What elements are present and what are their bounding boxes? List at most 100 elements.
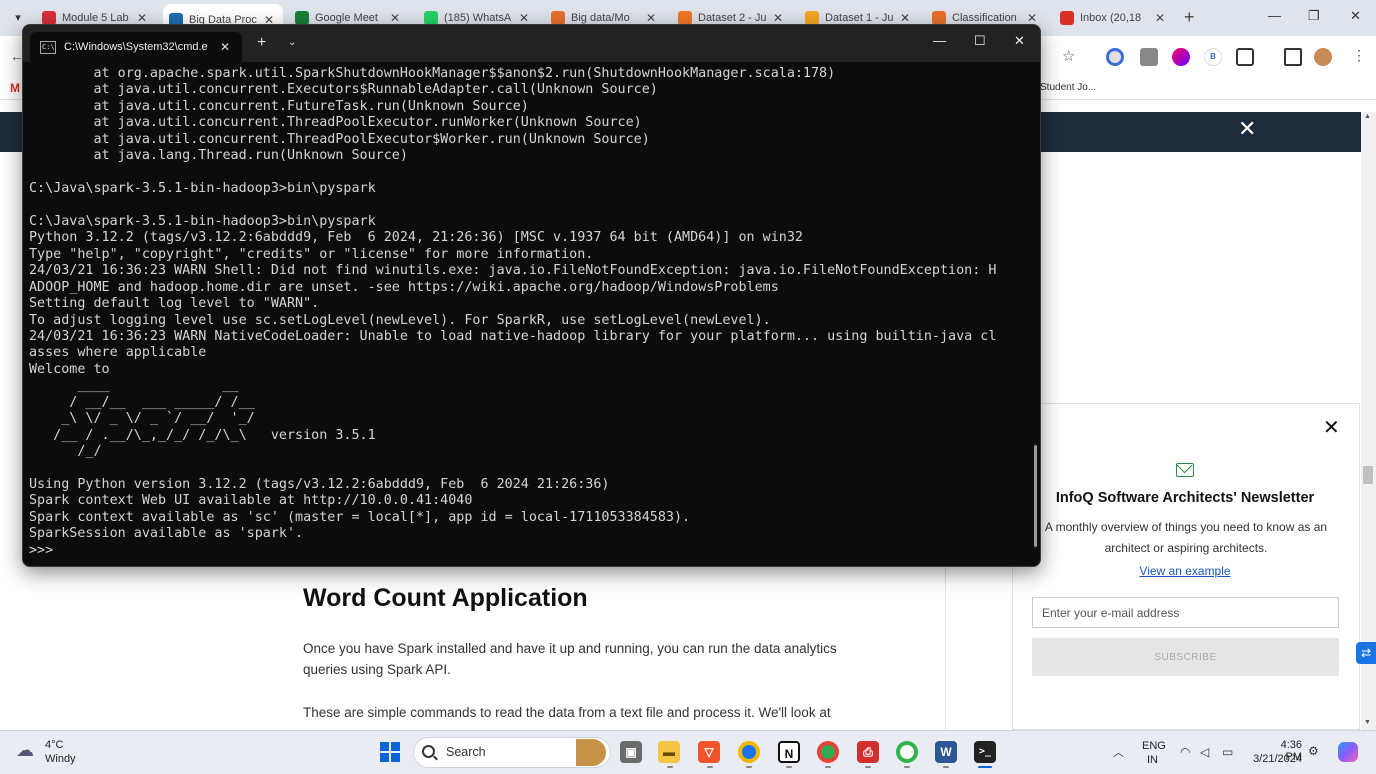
extension-icon[interactable] <box>1140 48 1158 66</box>
task-view-icon[interactable]: ▣ <box>620 741 642 763</box>
tab-favicon-icon <box>42 11 56 25</box>
terminal-line: Welcome to <box>29 361 110 377</box>
bookmark-student[interactable]: Student Jo... <box>1040 82 1096 93</box>
extension-icon[interactable] <box>1172 48 1190 66</box>
terminal-tab[interactable]: C:\ C:\Windows\System32\cmd.e ✕ <box>30 32 242 62</box>
content-divider <box>945 568 946 730</box>
terminal-line: ____ __ <box>29 378 239 394</box>
battery-icon[interactable]: ▭ <box>1222 745 1233 759</box>
page-scrollbar[interactable] <box>1361 112 1376 730</box>
weather-wind-icon[interactable]: ☁ <box>16 740 34 761</box>
volume-icon[interactable]: ◁ <box>1200 745 1209 759</box>
terminal-minimize-button[interactable]: — <box>933 33 946 48</box>
extensions-puzzle-icon[interactable] <box>1236 48 1254 66</box>
app-running-indicator <box>825 766 831 768</box>
terminal-maximize-button[interactable]: ☐ <box>974 33 986 49</box>
scroll-down-icon[interactable]: ▼ <box>1364 719 1371 726</box>
terminal-line: SparkSession available as 'spark'. <box>29 526 304 542</box>
app-running-indicator <box>746 766 752 768</box>
subscribe-button[interactable]: SUBSCRIBE <box>1032 638 1339 676</box>
teamviewer-icon[interactable]: ⇄ <box>1356 642 1376 664</box>
chrome-icon[interactable] <box>738 741 760 763</box>
terminal-line: at org.apache.spark.util.SparkShutdownHo… <box>29 66 836 81</box>
new-tab-button[interactable]: + <box>1184 8 1195 26</box>
terminal-tab-close-icon[interactable]: ✕ <box>218 40 232 54</box>
language-region[interactable]: IN <box>1147 754 1158 766</box>
tab-title: Big data/Mo <box>571 12 630 24</box>
terminal-line: C:\Java\spark-3.5.1-bin-hadoop3>bin\pysp… <box>29 213 376 229</box>
app-running-indicator <box>786 766 792 768</box>
file-explorer-icon[interactable]: ▬ <box>658 741 680 763</box>
view-example-link[interactable]: View an example <box>1040 564 1330 578</box>
terminal-line: To adjust logging level use sc.setLogLev… <box>29 312 771 328</box>
notion-icon[interactable]: N <box>778 741 800 763</box>
terminal-scrollbar[interactable] <box>1034 445 1037 547</box>
article-paragraph: Once you have Spark installed and have i… <box>303 641 837 677</box>
browser-tab[interactable]: Inbox (20,18 ✕ <box>1054 6 1174 30</box>
scroll-up-icon[interactable]: ▲ <box>1364 113 1371 120</box>
profile-avatar[interactable] <box>1314 48 1332 66</box>
terminal-taskbar-icon[interactable]: >_ <box>974 741 996 763</box>
tab-close-icon[interactable]: ✕ <box>134 11 150 25</box>
newsletter-close-icon[interactable]: ✕ <box>1323 418 1340 438</box>
browser-close-button[interactable]: ✕ <box>1350 8 1361 24</box>
tab-close-icon[interactable]: ✕ <box>387 11 403 25</box>
search-icon <box>422 745 435 758</box>
terminal-titlebar: C:\ C:\Windows\System32\cmd.e ✕ + ⌄ — ☐ … <box>23 25 1040 62</box>
terminal-line: ADOOP_HOME and hadoop.home.dir are unset… <box>29 279 779 295</box>
tab-close-icon[interactable]: ✕ <box>643 11 659 25</box>
tab-close-icon[interactable]: ✕ <box>1024 11 1040 25</box>
article-paragraph: These are simple commands to read the da… <box>303 705 831 720</box>
tab-title: Dataset 1 - Ju <box>825 12 894 24</box>
extension-icon[interactable] <box>1106 48 1124 66</box>
tab-close-icon[interactable]: ✕ <box>516 11 532 25</box>
terminal-line: /_/ <box>29 444 102 460</box>
word-icon[interactable]: W <box>935 741 957 763</box>
windows-start-icon[interactable] <box>380 742 400 762</box>
terminal-output[interactable]: at org.apache.spark.util.SparkShutdownHo… <box>29 66 1025 562</box>
terminal-close-button[interactable]: ✕ <box>1014 33 1025 49</box>
terminal-line: / __/__ ___ _____/ /__ <box>29 394 255 410</box>
sync-app-icon[interactable] <box>896 741 918 763</box>
tab-title: Dataset 2 - Ju <box>698 12 767 24</box>
tab-close-icon[interactable]: ✕ <box>1152 11 1168 25</box>
side-panel-icon[interactable] <box>1284 48 1302 66</box>
tab-close-icon[interactable]: ✕ <box>770 11 786 25</box>
clock-date[interactable]: 3/21/2024 <box>1238 753 1302 765</box>
language-indicator[interactable]: ENG <box>1142 740 1166 752</box>
gmail-bookmark-icon[interactable]: M <box>10 81 20 95</box>
email-field[interactable] <box>1032 597 1339 628</box>
tray-overflow-chevron-icon[interactable]: ︿ <box>1113 744 1124 760</box>
terminal-line: /__ / .__/\_,_/_/ /_/\_\ version 3.5.1 <box>29 427 376 443</box>
weather-description[interactable]: Windy <box>45 753 76 765</box>
pdf-reader-icon[interactable]: ⎙ <box>857 741 879 763</box>
tab-favicon-icon <box>805 11 819 25</box>
extension-icon[interactable]: B <box>1204 48 1222 66</box>
browser-menu-icon[interactable]: ⋮ <box>1352 47 1366 64</box>
header-close-icon[interactable]: ✕ <box>1238 118 1256 140</box>
cmd-icon: C:\ <box>40 40 56 54</box>
app-running-indicator <box>707 766 713 768</box>
terminal-dropdown-icon[interactable]: ⌄ <box>288 37 296 48</box>
notification-icon[interactable]: ⚙ <box>1308 744 1319 758</box>
browser-minimize-button[interactable]: — <box>1268 8 1281 23</box>
browser-restore-button[interactable]: ❐ <box>1308 8 1320 24</box>
copilot-icon[interactable] <box>1338 742 1358 762</box>
page-scrollbar-thumb[interactable] <box>1363 466 1373 484</box>
chrome-profile-icon[interactable] <box>817 741 839 763</box>
app-running-indicator <box>667 766 673 768</box>
terminal-line: Spark context available as 'sc' (master … <box>29 509 691 525</box>
terminal-line: Python 3.12.2 (tags/v3.12.2:6abddd9, Feb… <box>29 230 803 246</box>
weather-temperature[interactable]: 4°C <box>45 739 63 751</box>
terminal-new-tab-icon[interactable]: + <box>257 35 266 51</box>
brave-icon[interactable]: ▽ <box>698 741 720 763</box>
tab-favicon-icon <box>932 11 946 25</box>
wifi-icon[interactable]: ◠ <box>1180 745 1190 759</box>
tab-close-icon[interactable]: ✕ <box>897 11 913 25</box>
terminal-line: at java.util.concurrent.ThreadPoolExecut… <box>29 115 642 131</box>
app-running-indicator <box>943 766 949 768</box>
bookmark-star-icon[interactable]: ☆ <box>1062 47 1075 65</box>
